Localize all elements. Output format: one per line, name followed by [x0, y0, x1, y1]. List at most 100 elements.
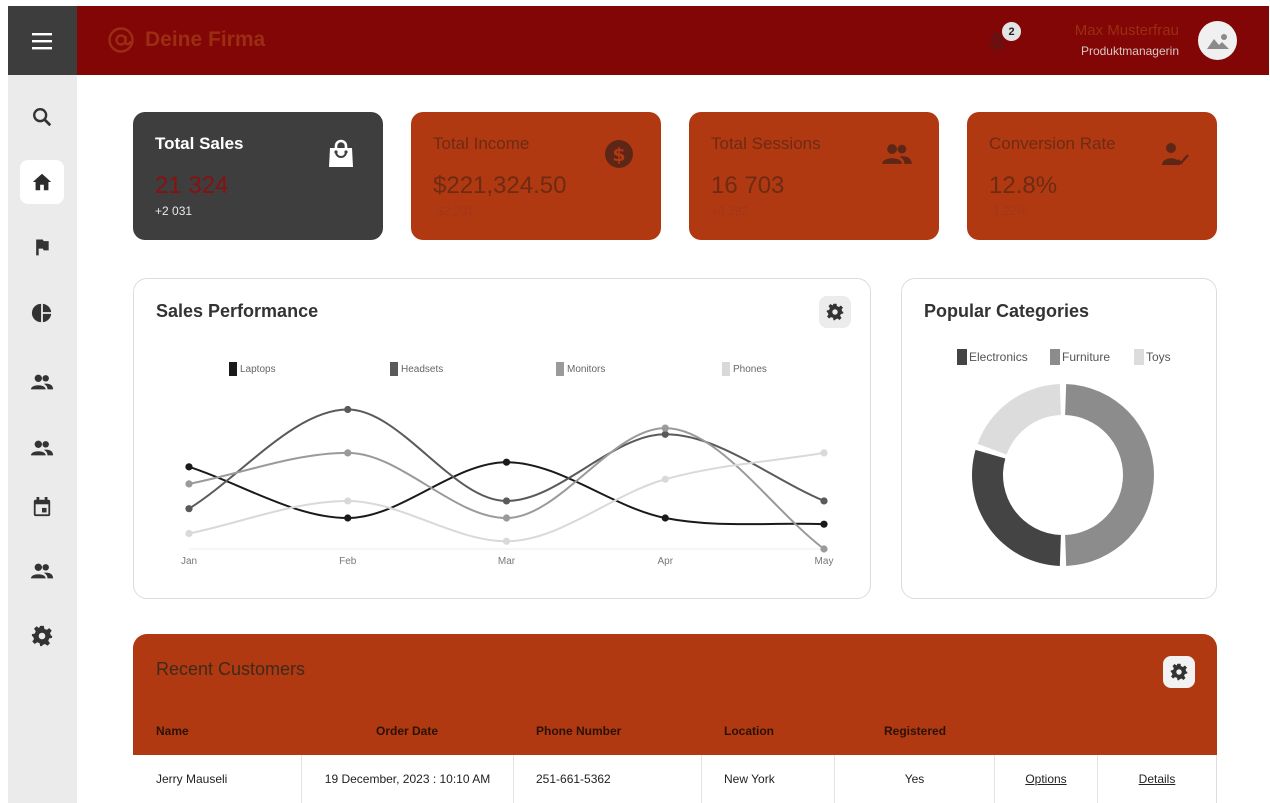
notification-badge: 2: [1000, 20, 1023, 43]
data-point[interactable]: [185, 480, 193, 488]
dollar-icon: $: [603, 138, 635, 170]
cell-name: Jerry Mauseli: [133, 755, 302, 803]
stat-card-conversion-rate[interactable]: Conversion Rate 12.8% -1.22%: [967, 112, 1217, 240]
sidebar-item-customers[interactable]: [20, 549, 64, 593]
legend-label[interactable]: Laptops: [240, 364, 276, 375]
brand-name: Deine Firma: [145, 28, 266, 51]
sidebar-item-reports[interactable]: [20, 291, 64, 335]
sidebar-item-search[interactable]: [20, 95, 64, 139]
stat-delta: -1.22%: [989, 204, 1028, 218]
top-bar: Deine Firma 2 Max Musterfrau Produktmana…: [77, 6, 1269, 75]
data-point[interactable]: [344, 405, 352, 414]
stat-card-total-sales[interactable]: Total Sales 21 324 +2 031: [133, 112, 383, 240]
legend-swatch: [229, 362, 237, 376]
stat-title: Total Sessions: [711, 134, 821, 153]
x-tick-label: Apr: [657, 556, 673, 567]
brand-logo[interactable]: Deine Firma: [107, 26, 265, 54]
details-link[interactable]: Details: [1139, 772, 1176, 786]
people-icon: [30, 563, 54, 579]
data-point[interactable]: [820, 497, 828, 505]
people-icon: [881, 138, 913, 170]
donut-slice[interactable]: [972, 449, 1061, 566]
data-point[interactable]: [344, 497, 352, 505]
column-header-name[interactable]: Name: [156, 724, 189, 738]
data-point[interactable]: [820, 545, 828, 553]
data-point[interactable]: [502, 497, 511, 505]
data-point[interactable]: [344, 514, 352, 522]
user-name: Max Musterfrau: [1074, 22, 1179, 39]
popular-categories-panel: Popular Categories Electronics Furniture T…: [901, 278, 1217, 599]
categories-donut-chart: Electronics Furniture Toys: [957, 349, 1171, 566]
sales-line-chart: Jan Feb Mar Apr May Laptops Headsets Monitors Ph…: [181, 362, 834, 567]
series-line: [188, 427, 825, 550]
data-point[interactable]: [820, 520, 828, 528]
cell-details: Details: [1098, 755, 1216, 803]
options-link[interactable]: Options: [1025, 772, 1066, 786]
gear-icon: [1170, 663, 1188, 681]
user-check-icon: [1159, 138, 1191, 170]
x-tick-label: May: [815, 556, 834, 567]
legend-label[interactable]: Furniture: [1062, 350, 1110, 364]
column-header-location[interactable]: Location: [724, 724, 774, 738]
stat-delta: +3 392: [711, 204, 749, 218]
series-line: [188, 451, 825, 543]
legend-label[interactable]: Electronics: [969, 350, 1028, 364]
legend-swatch: [390, 362, 398, 376]
legend-label[interactable]: Monitors: [567, 364, 605, 375]
stat-card-total-income[interactable]: Total Income $221,324.50 -$2,201 $: [411, 112, 661, 240]
search-icon: [33, 108, 52, 127]
legend-swatch: [722, 362, 730, 376]
sidebar-item-team[interactable]: [20, 426, 64, 470]
stat-title: Conversion Rate: [989, 134, 1116, 153]
data-point[interactable]: [502, 514, 511, 522]
stat-value: $221,324.50: [433, 172, 567, 199]
data-point[interactable]: [661, 430, 669, 438]
people-icon: [30, 440, 54, 456]
sidebar-item-home[interactable]: [20, 160, 64, 204]
flag-icon: [36, 239, 49, 256]
people-icon: [30, 374, 54, 390]
data-point[interactable]: [185, 529, 193, 538]
data-point[interactable]: [661, 475, 669, 483]
data-point[interactable]: [820, 449, 828, 457]
donut-slice[interactable]: [1065, 384, 1154, 566]
x-tick-label: Jan: [181, 556, 197, 567]
customers-settings-button[interactable]: [1163, 656, 1195, 688]
legend-label[interactable]: Toys: [1146, 350, 1171, 364]
sidebar-item-settings[interactable]: [20, 614, 64, 658]
legend-swatch: [1134, 349, 1144, 365]
sidebar-item-users[interactable]: [20, 360, 64, 404]
data-point[interactable]: [344, 449, 352, 457]
image-placeholder-icon: [1206, 33, 1229, 49]
data-point[interactable]: [502, 458, 511, 466]
sidebar-item-flag[interactable]: [20, 225, 64, 269]
menu-button[interactable]: [8, 6, 77, 75]
data-point[interactable]: [661, 514, 669, 522]
calendar-icon: [33, 497, 51, 517]
stat-title: Total Income: [433, 134, 530, 153]
stat-title: Total Sales: [155, 134, 244, 153]
cell-location: New York: [702, 755, 835, 803]
svg-text:$: $: [612, 144, 625, 166]
legend-label[interactable]: Phones: [733, 364, 767, 375]
stat-card-total-sessions[interactable]: Total Sessions 16 703 +3 392: [689, 112, 939, 240]
section-title: Recent Customers: [156, 659, 306, 679]
column-header-registered[interactable]: Registered: [884, 724, 946, 738]
home-icon: [32, 173, 52, 191]
sidebar-item-calendar[interactable]: [20, 485, 64, 529]
donut-slice[interactable]: [977, 384, 1061, 455]
legend-label[interactable]: Headsets: [401, 364, 443, 375]
cell-registered: Yes: [835, 755, 995, 803]
data-point[interactable]: [502, 537, 511, 545]
stat-delta: -$2,201: [433, 204, 474, 218]
data-point[interactable]: [661, 424, 669, 432]
data-point[interactable]: [185, 505, 193, 513]
data-point[interactable]: [185, 463, 193, 471]
x-tick-label: Feb: [339, 556, 357, 567]
avatar[interactable]: [1198, 21, 1237, 60]
table-row[interactable]: Jerry Mauseli 19 December, 2023 : 10:10 …: [133, 755, 1217, 803]
column-header-phone[interactable]: Phone Number: [536, 724, 621, 738]
at-sign-icon: [108, 27, 134, 53]
column-header-order-date[interactable]: Order Date: [376, 724, 438, 738]
x-tick-label: Mar: [498, 556, 516, 567]
